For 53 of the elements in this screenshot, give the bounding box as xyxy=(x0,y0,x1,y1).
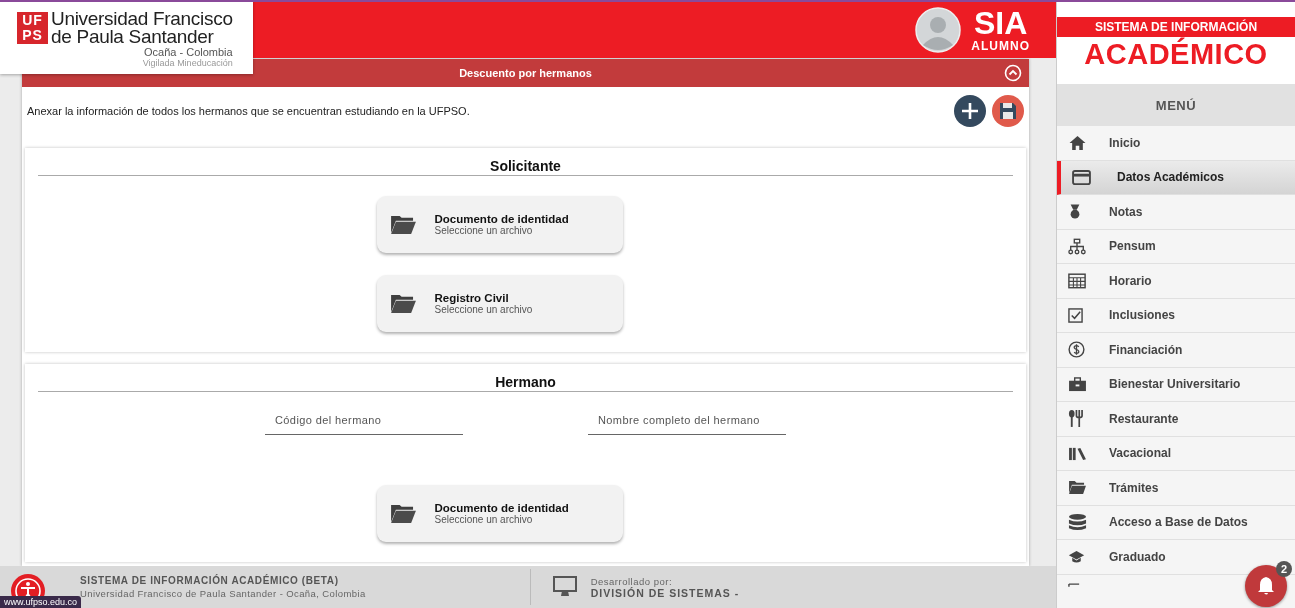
university-name: de Paula Santander xyxy=(51,28,215,46)
university-name: Universidad Francisco xyxy=(51,10,233,28)
menu-item[interactable]: Datos Académicos xyxy=(1057,160,1295,195)
folder-icon xyxy=(389,214,417,235)
footer-subtitle: Universidad Francisco de Paula Santander - Ocaña, Colombia xyxy=(79,588,366,599)
user-role: ALUMNO xyxy=(971,39,1030,53)
utensils-icon xyxy=(1068,409,1083,429)
database-icon xyxy=(1068,512,1087,532)
panel-title: Descuento por hermanos xyxy=(459,67,592,79)
file-hint: Seleccione un archivo xyxy=(434,514,534,525)
input-field[interactable]: Nombre completo del hermano xyxy=(588,410,786,435)
dollar-icon xyxy=(1068,341,1085,359)
checkbox-icon xyxy=(1068,307,1083,323)
developer-name: DIVISIÓN DE SISTEMAS - xyxy=(590,586,740,599)
collapse-icon[interactable] xyxy=(1004,64,1022,82)
file-upload-button[interactable]: Documento de identidad Seleccione un archivo xyxy=(376,485,623,542)
footer-title: SISTEMA DE INFORMACIÓN ACADÉMICO (BETA) xyxy=(79,575,340,586)
medal-icon xyxy=(1068,203,1082,221)
file-hint: Seleccione un archivo xyxy=(434,304,533,315)
menu-title: MENÚ xyxy=(1057,84,1295,126)
monitor-icon xyxy=(552,576,577,598)
section-title: Solicitante xyxy=(38,154,1013,176)
graduation-cap-icon xyxy=(1068,549,1085,564)
folder-icon xyxy=(389,293,417,314)
file-hint: Seleccione un archivo xyxy=(434,225,534,236)
brand-title: ACADÉMICO xyxy=(1083,37,1269,71)
briefcase-icon xyxy=(1068,376,1087,392)
brand-subtitle: SISTEMA DE INFORMACIÓN xyxy=(1057,17,1295,37)
university-location: Ocaña - Colombia xyxy=(144,47,233,58)
file-label: Documento de identidad xyxy=(434,213,569,225)
input-field[interactable]: Código del hermano xyxy=(265,410,463,435)
university-tagline: Vigilada Mineducación xyxy=(142,58,233,68)
file-upload-button[interactable]: Documento de identidad Seleccione un archivo xyxy=(376,196,623,253)
notification-button[interactable] xyxy=(1245,565,1287,607)
developer-label: Desarrollado por: xyxy=(590,575,674,587)
folder-icon xyxy=(389,503,417,524)
books-icon xyxy=(1068,445,1087,461)
add-button[interactable] xyxy=(954,95,986,127)
save-button[interactable] xyxy=(992,95,1024,127)
folder-icon xyxy=(1068,480,1087,496)
home-icon xyxy=(1068,134,1087,151)
file-label: Registro Civil xyxy=(434,292,509,304)
calendar-icon xyxy=(1068,272,1086,290)
description-text: Anexar la información de todos los hermanos que se encuentran estudiando en la UFPSO. xyxy=(27,105,470,117)
file-label: Documento de identidad xyxy=(434,502,569,514)
bell-icon xyxy=(1256,575,1276,597)
section-title: Hermano xyxy=(38,370,1013,392)
sitemap-icon xyxy=(1068,237,1086,255)
avatar-icon[interactable] xyxy=(915,7,962,53)
file-upload-button[interactable]: Registro Civil Seleccione un archivo xyxy=(376,275,623,332)
app-name: SIA xyxy=(974,7,1028,39)
university-logo: UF PS xyxy=(17,12,48,44)
card-icon xyxy=(1072,169,1091,185)
